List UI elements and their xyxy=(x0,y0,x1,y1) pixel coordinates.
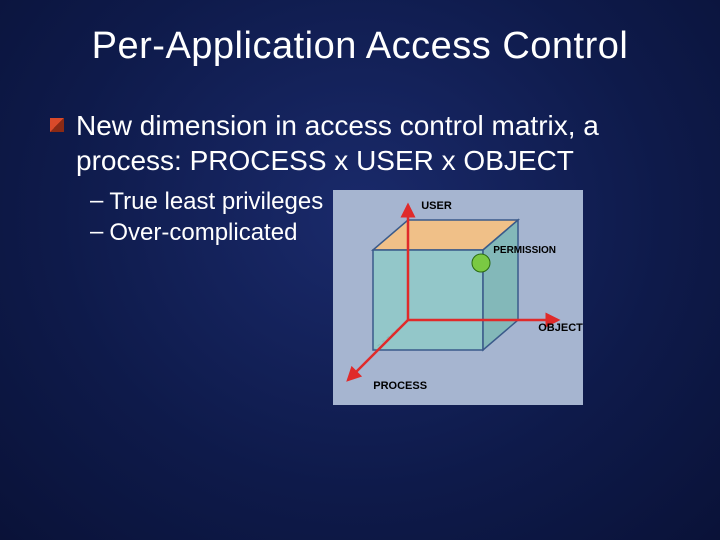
slide: Per-Application Access Control New dimen… xyxy=(0,0,720,540)
dash-icon: – xyxy=(90,187,103,215)
sub-bullet-text: Over-complicated xyxy=(109,217,297,248)
bullet-text: New dimension in access control matrix, … xyxy=(76,108,670,178)
sub-bullet-item: – True least privileges xyxy=(90,186,323,217)
slide-title: Per-Application Access Control xyxy=(50,25,670,68)
bullet-item: New dimension in access control matrix, … xyxy=(50,108,670,178)
cube-diagram: USER PERMISSION OBJECT PROCESS xyxy=(333,190,583,405)
cube-svg xyxy=(333,190,583,405)
axis-label-object: OBJECT xyxy=(538,322,583,334)
sub-bullet-text: True least privileges xyxy=(109,186,323,217)
axis-label-user: USER xyxy=(421,200,452,212)
sub-bullet-item: – Over-complicated xyxy=(90,217,323,248)
sub-bullet-list: – True least privileges – Over-complicat… xyxy=(50,186,323,248)
axis-label-process: PROCESS xyxy=(373,380,427,392)
square-bullet-icon xyxy=(50,118,64,132)
content-row: – True least privileges – Over-complicat… xyxy=(50,186,670,405)
point-label-permission: PERMISSION xyxy=(493,245,556,256)
dash-icon: – xyxy=(90,218,103,246)
